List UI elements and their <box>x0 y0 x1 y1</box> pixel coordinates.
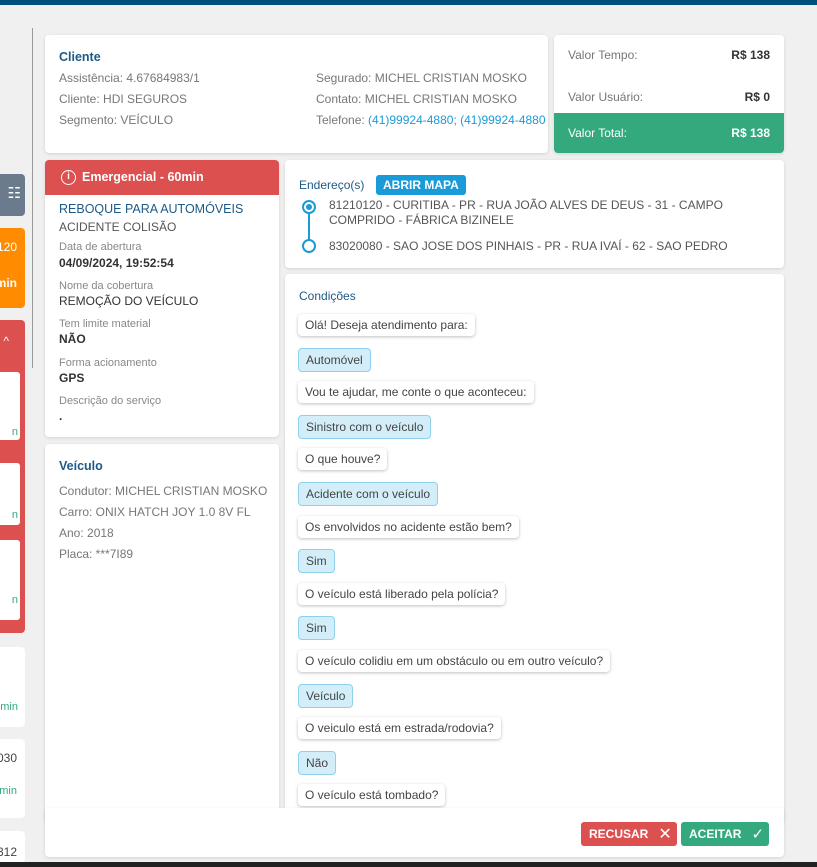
origin-marker-icon <box>302 200 316 214</box>
trigger: GPS <box>59 371 85 385</box>
coverage-label: Nome da cobertura <box>59 280 154 292</box>
filter-button[interactable]: ☷ <box>0 174 25 216</box>
contact: Contato: MICHEL CRISTIAN MOSKO <box>316 92 517 106</box>
destination-address: 83020080 - SAO JOSE DOS PINHAIS - PR - R… <box>329 239 728 253</box>
trigger-label: Forma acionamento <box>59 357 157 369</box>
sidebar-card[interactable]: min <box>0 647 25 727</box>
accept-label: ACEITAR <box>689 827 742 841</box>
sidebar-card[interactable]: n <box>0 372 20 440</box>
conditions-title: Condições <box>299 289 356 303</box>
client-name: Cliente: HDI SEGUROS <box>59 92 188 106</box>
question-bubble: O veículo está liberado pela polícia? <box>298 582 506 605</box>
filter-icon: ☷ <box>7 185 21 202</box>
insured: Segurado: MICHEL CRISTIAN MOSKO <box>316 71 527 85</box>
address-card: Endereço(s) ABRIR MAPA 81210120 - CURITI… <box>285 160 784 268</box>
question-bubble: Os envolvidos no acidente estão bem? <box>298 515 519 538</box>
time-value-label: Valor Tempo: <box>568 48 638 62</box>
service-reason: ACIDENTE COLISÃO <box>59 220 177 234</box>
question-bubble: Olá! Deseja atendimento para: <box>298 314 475 336</box>
phone-link[interactable]: (41)99924-4880; (41)99924-4880 <box>368 113 545 127</box>
user-value: R$ 0 <box>744 90 770 104</box>
question-bubble: O veículo colidiu em um obstáculo ou em … <box>298 650 611 672</box>
coverage: REMOÇÃO DO VEÍCULO <box>59 294 199 308</box>
sidebar-card[interactable]: 030 min <box>0 739 25 818</box>
answer-bubble: Sim <box>298 549 335 574</box>
total-label: Valor Total: <box>568 126 627 140</box>
answer-bubble: Não <box>298 750 337 775</box>
sidebar-card[interactable]: 312 <box>0 831 25 863</box>
question-bubble: O veiculo está em estrada/rodovia? <box>298 717 501 740</box>
segment: Segmento: VEÍCULO <box>59 113 174 127</box>
sidebar-card[interactable]: n <box>0 463 20 525</box>
driver: Condutor: MICHEL CRISTIAN MOSKO <box>59 484 268 498</box>
limit-label: Tem limite material <box>59 318 151 330</box>
answer-bubble: Sinistro com o veículo <box>298 414 432 439</box>
chevron-up-icon[interactable]: ^ <box>3 334 9 348</box>
question-bubble: Vou te ajudar, me conte o que aconteceu: <box>298 381 534 404</box>
values-card: Valor Tempo: R$ 138 Valor Usuário: R$ 0 … <box>554 35 784 153</box>
priority-badge: i Emergencial - 60min <box>45 160 279 195</box>
priority-text: Emergencial - 60min <box>82 170 204 184</box>
service-type: REBOQUE PARA AUTOMÓVEIS <box>59 202 244 216</box>
client-title: Cliente <box>59 50 101 64</box>
divider <box>32 28 33 368</box>
bottom-bar <box>0 862 817 867</box>
plate: Placa: ***7I89 <box>59 547 134 561</box>
question-bubble: O veículo está tombado? <box>298 784 446 807</box>
answer-bubble: Veículo <box>298 683 354 708</box>
refuse-button[interactable]: RECUSAR ✕ <box>581 822 677 846</box>
limit: NÃO <box>59 332 86 346</box>
phone-label: Telefone: <box>316 113 369 127</box>
user-value-label: Valor Usuário: <box>568 90 644 104</box>
close-icon: ✕ <box>658 826 672 843</box>
accept-button[interactable]: ACEITAR ✓ <box>681 822 769 846</box>
client-card: Cliente Assistência: 4.67684983/1 Client… <box>45 35 548 153</box>
open-map-button[interactable]: ABRIR MAPA <box>376 175 466 195</box>
origin-address: 81210120 - CURITIBA - PR - RUA JOÃO ALVE… <box>329 198 723 227</box>
open-date-label: Data de abertura <box>59 241 142 253</box>
assistance-number: Assistência: 4.67684983/1 <box>59 71 200 85</box>
info-icon: i <box>61 170 76 185</box>
route-line <box>308 214 310 240</box>
check-icon: ✓ <box>751 826 765 843</box>
total-value: R$ 138 <box>731 126 770 140</box>
sidebar-card-orange[interactable]: 120 min <box>0 228 25 308</box>
total-row: Valor Total: R$ 138 <box>554 113 784 153</box>
vehicle-card: Veículo Condutor: MICHEL CRISTIAN MOSKO … <box>45 444 279 824</box>
action-footer: RECUSAR ✕ ACEITAR ✓ <box>45 808 784 857</box>
open-date: 04/09/2024, 19:52:54 <box>59 256 174 270</box>
top-bar <box>0 0 817 5</box>
address-title: Endereço(s) <box>299 178 365 192</box>
sidebar-card[interactable]: n <box>0 540 20 620</box>
answer-bubble: Sim <box>298 616 335 641</box>
description: . <box>59 409 63 423</box>
year: Ano: 2018 <box>59 526 114 540</box>
service-card: i Emergencial - 60min REBOQUE PARA AUTOM… <box>45 160 279 437</box>
refuse-label: RECUSAR <box>589 827 649 841</box>
answer-bubble: Acidente com o veículo <box>298 482 439 506</box>
question-bubble: O que houve? <box>298 448 388 471</box>
vehicle-title: Veículo <box>59 459 103 473</box>
time-value: R$ 138 <box>731 48 770 62</box>
sidebar-group-red[interactable]: ^ n n n <box>0 320 25 633</box>
answer-bubble: Automóvel <box>298 347 371 372</box>
description-label: Descrição do serviço <box>59 395 162 407</box>
destination-marker-icon <box>302 239 316 253</box>
car: Carro: ONIX HATCH JOY 1.0 8V FL <box>59 505 251 519</box>
